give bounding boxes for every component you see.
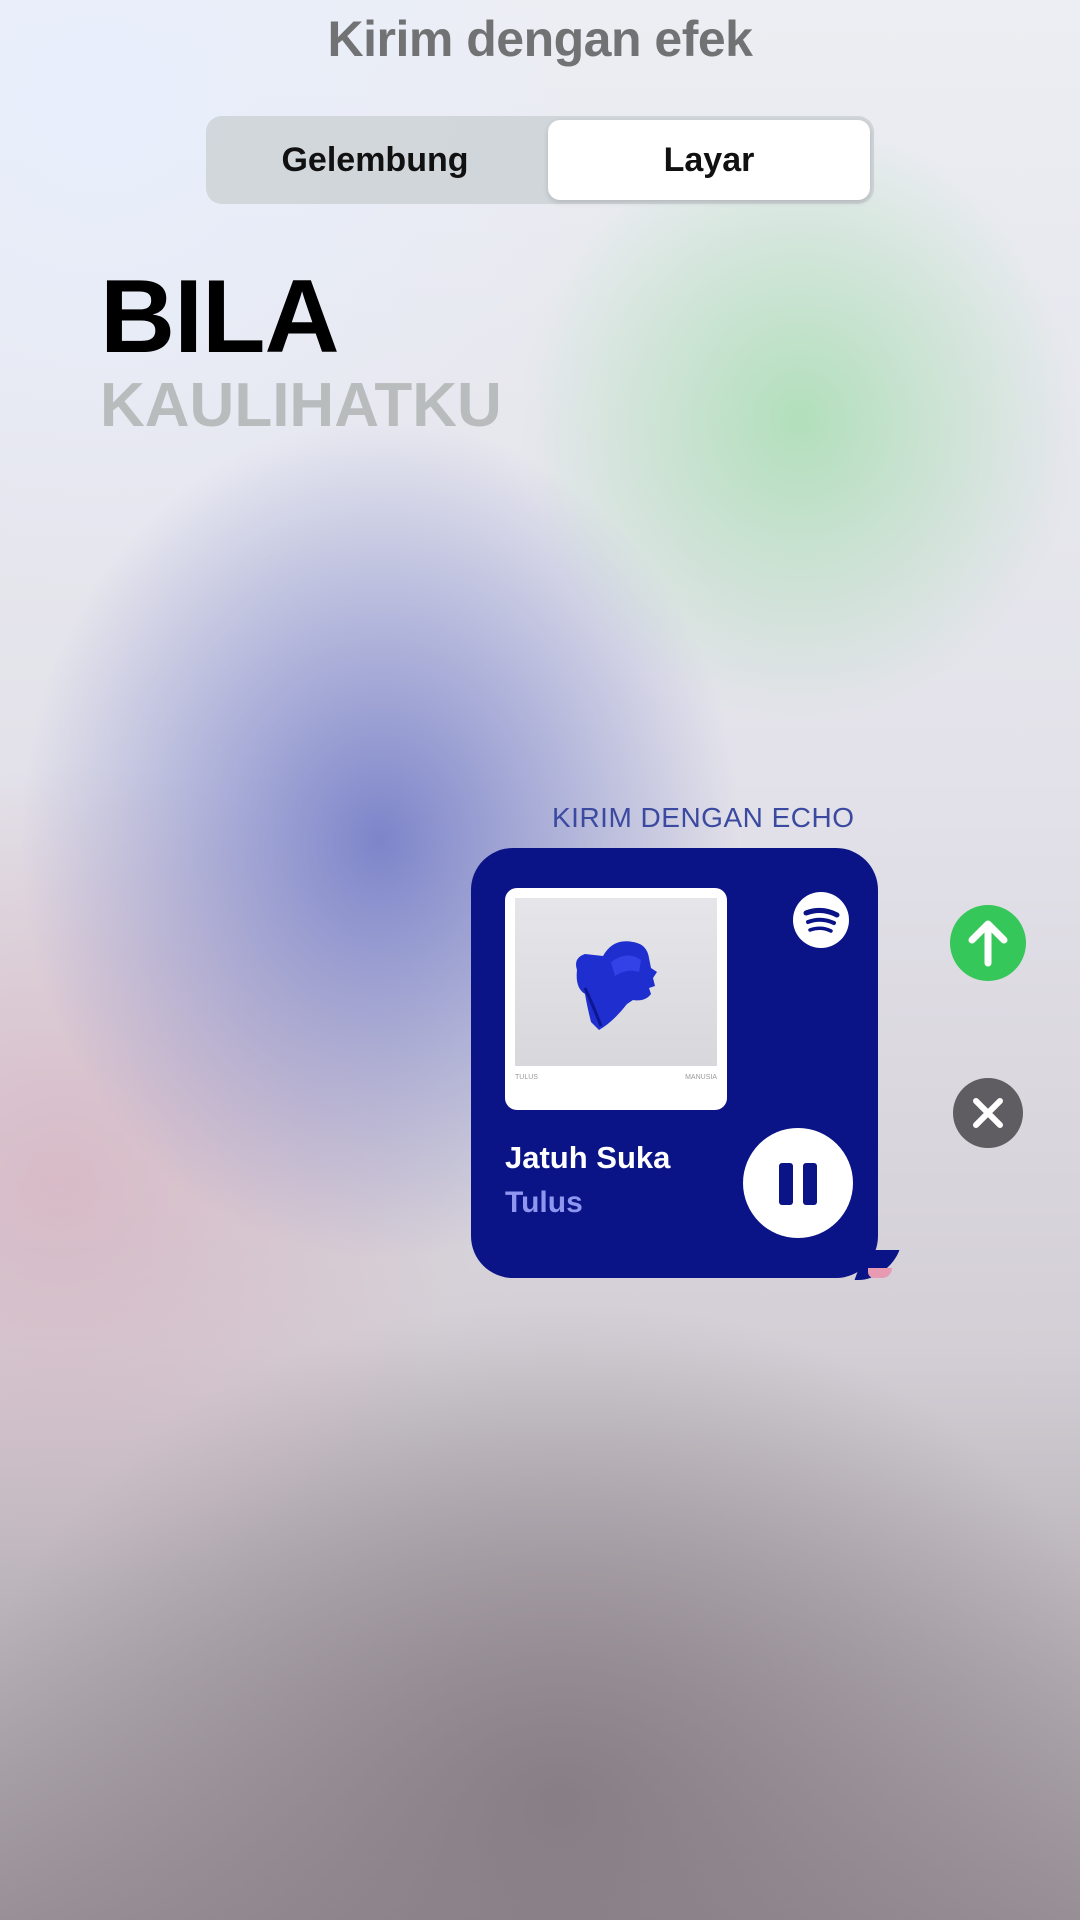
spotify-icon[interactable] <box>793 892 849 948</box>
arrow-up-icon <box>968 920 1008 967</box>
album-footer-left: TULUS <box>515 1074 538 1081</box>
album-footer-right: MANUSIA <box>685 1074 717 1081</box>
effect-type-segmented-control: Gelembung Layar <box>206 116 874 204</box>
page-title: Kirim dengan efek <box>327 11 753 67</box>
echo-effect-label: KIRIM DENGAN ECHO <box>552 802 855 833</box>
tab-screen[interactable]: Layar <box>548 120 870 200</box>
music-message-bubble[interactable]: TULUS MANUSIA Jatuh Suka Tulus <box>471 848 878 1278</box>
album-cover: TULUS MANUSIA <box>505 888 727 1110</box>
face-sculpture-image <box>576 941 657 1030</box>
cancel-button[interactable] <box>953 1078 1023 1148</box>
track-artist: Tulus <box>505 1186 583 1219</box>
lyric-line-current: BILA <box>100 259 340 375</box>
pause-button[interactable] <box>743 1128 853 1238</box>
tab-bubble[interactable]: Gelembung <box>210 120 540 200</box>
pause-icon <box>779 1163 793 1205</box>
lyric-line-next: KAULIHATKU <box>100 371 502 440</box>
album-art-image <box>515 898 717 1066</box>
track-title: Jatuh Suka <box>505 1140 671 1175</box>
pause-icon-bar-right <box>803 1163 817 1205</box>
close-icon <box>973 1098 1003 1128</box>
send-button[interactable] <box>950 905 1026 981</box>
